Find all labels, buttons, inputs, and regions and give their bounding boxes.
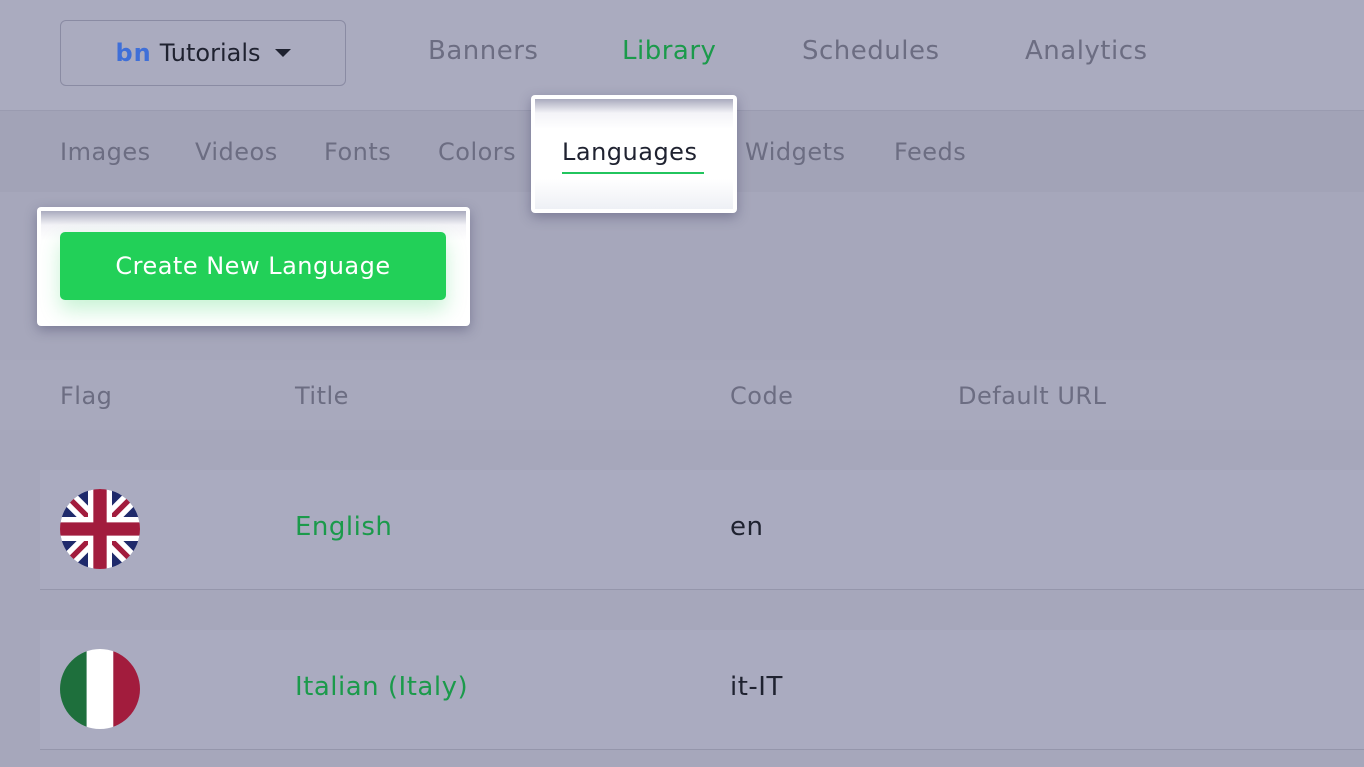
language-title-link[interactable]: English: [295, 512, 392, 542]
tab-languages-highlight: Languages: [531, 95, 737, 213]
caret-down-icon: [274, 49, 291, 57]
create-button-highlight: Create New Language: [37, 207, 470, 326]
language-title-link[interactable]: Italian (Italy): [295, 672, 468, 702]
uk-flag-icon: [60, 489, 140, 569]
nav-analytics[interactable]: Analytics: [1025, 36, 1148, 66]
table-row[interactable]: English en: [40, 470, 1364, 590]
tab-feeds[interactable]: Feeds: [894, 138, 966, 166]
nav-schedules[interactable]: Schedules: [802, 36, 940, 66]
column-header-title: Title: [295, 382, 349, 410]
tab-images[interactable]: Images: [60, 138, 151, 166]
language-code: it-IT: [730, 672, 783, 702]
nav-banners[interactable]: Banners: [428, 36, 538, 66]
active-tab-underline: [562, 172, 704, 174]
tab-widgets[interactable]: Widgets: [745, 138, 846, 166]
workspace-logo: bn: [115, 39, 152, 67]
workspace-name: Tutorials: [159, 39, 261, 67]
table-row[interactable]: Italian (Italy) it-IT: [40, 630, 1364, 750]
column-header-flag: Flag: [60, 382, 113, 410]
workspace-selector[interactable]: bn Tutorials: [60, 20, 346, 86]
column-header-code: Code: [730, 382, 794, 410]
language-code: en: [730, 512, 764, 542]
table-header: [0, 360, 1364, 430]
tab-videos[interactable]: Videos: [195, 138, 278, 166]
column-header-default-url: Default URL: [958, 382, 1107, 410]
nav-library[interactable]: Library: [622, 36, 716, 66]
create-new-language-button[interactable]: Create New Language: [60, 232, 446, 300]
tab-colors[interactable]: Colors: [438, 138, 516, 166]
italy-flag-icon: [60, 649, 140, 729]
tab-languages[interactable]: Languages: [562, 138, 697, 166]
tab-fonts[interactable]: Fonts: [324, 138, 391, 166]
